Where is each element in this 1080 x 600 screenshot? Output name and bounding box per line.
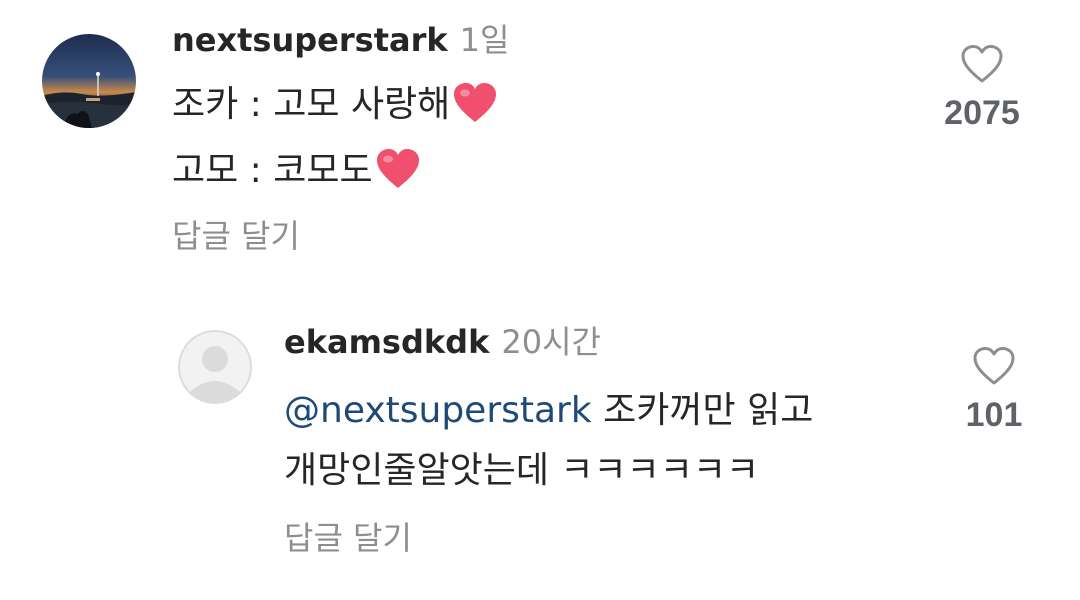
reply-button[interactable]: 답글 달기 <box>284 518 412 558</box>
comment-text: 조카 : 고모 사랑해 <box>172 84 451 125</box>
comment-username[interactable]: nextsuperstark <box>172 21 448 59</box>
like-count: 101 <box>965 396 1023 434</box>
mention-link[interactable]: @nextsuperstark <box>284 390 592 431</box>
reply-text: 조카꺼만 읽고 <box>591 390 814 431</box>
heart-outline-icon[interactable] <box>972 346 1016 386</box>
heart-outline-icon[interactable] <box>960 44 1004 84</box>
reply-timestamp: 20시간 <box>501 323 601 361</box>
reply-like-section: 101 <box>934 346 1054 435</box>
comment-text-line: 조카 : 고모 사랑해 <box>172 82 498 128</box>
reply-text-line: 개망인줄알앗는데 ㅋㅋㅋㅋㅋㅋ <box>284 448 759 494</box>
like-count: 2075 <box>944 94 1020 132</box>
reply-username[interactable]: ekamsdkdk <box>284 323 489 361</box>
comment-text: 고모 : 코모도 <box>172 150 373 191</box>
user-avatar[interactable] <box>42 34 136 128</box>
reply-user-avatar[interactable] <box>178 330 252 404</box>
comment-timestamp: 1일 <box>459 21 510 59</box>
red-heart-emoji-icon <box>376 149 419 188</box>
comment-text-line: 고모 : 코모도 <box>172 148 421 194</box>
landscape-sunset-avatar-icon <box>42 34 136 128</box>
like-section: 2075 <box>922 44 1042 133</box>
reply-text-line: @nextsuperstark 조카꺼만 읽고 <box>284 388 813 434</box>
comment-header: nextsuperstark 1일 <box>172 20 509 60</box>
default-user-avatar-icon <box>178 330 252 404</box>
reply-button[interactable]: 답글 달기 <box>172 216 300 256</box>
reply-text: 개망인줄알앗는데 ㅋㅋㅋㅋㅋㅋ <box>284 450 760 491</box>
red-heart-emoji-icon <box>454 83 497 122</box>
reply-header: ekamsdkdk 20시간 <box>284 322 601 362</box>
